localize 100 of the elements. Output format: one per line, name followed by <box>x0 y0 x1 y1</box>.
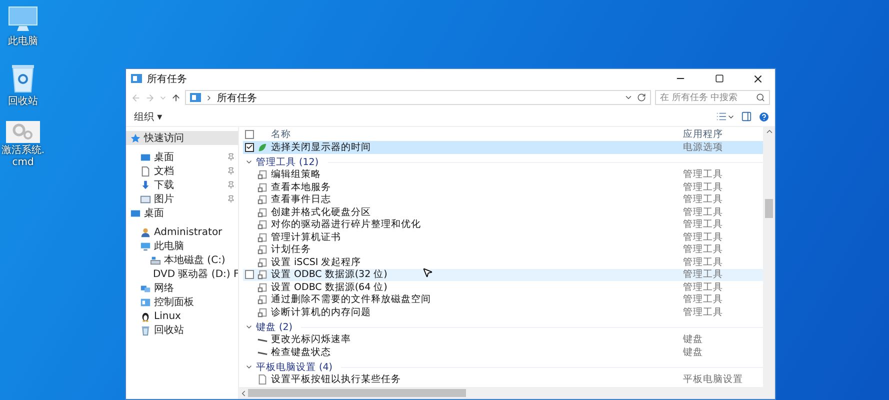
drive-icon <box>150 254 161 266</box>
sidebar-item[interactable]: Linux <box>126 309 238 323</box>
refresh-icon[interactable] <box>637 93 646 102</box>
desktop-icon-label[interactable]: 回收站 <box>1 96 45 107</box>
scroll-thumb[interactable] <box>248 389 466 397</box>
star-icon <box>130 132 141 144</box>
sidebar-item[interactable]: 本地磁盘 (C:) <box>126 253 238 267</box>
document-icon <box>140 166 151 176</box>
sidebar-item[interactable]: 文档 <box>126 164 238 178</box>
column-header[interactable]: 应用程序 <box>683 128 763 140</box>
gears-icon <box>6 121 40 143</box>
app-name: 管理工具 <box>683 306 724 319</box>
sidebar-item[interactable]: 桌面 <box>126 206 238 220</box>
task-row[interactable]: 计划任务 管理工具 <box>243 244 763 256</box>
desktop-icon-label[interactable]: 此电脑 <box>1 36 45 48</box>
back-arrow-icon <box>131 92 141 102</box>
list-view-icon <box>716 111 727 122</box>
task-row[interactable]: 设置 ODBC 数据源(64 位) 管理工具 <box>243 281 763 294</box>
shortcut-icon <box>257 219 268 230</box>
sidebar-item[interactable]: 回收站 <box>126 323 238 337</box>
group-header[interactable]: 平板电脑设置 (4) <box>243 360 763 374</box>
shortcut-icon <box>257 269 268 280</box>
checkbox[interactable] <box>245 142 254 152</box>
up-button[interactable] <box>171 92 181 102</box>
checkbox[interactable] <box>245 270 254 280</box>
penguin-icon <box>140 310 151 322</box>
help-button[interactable] <box>758 110 770 122</box>
scroll-up-icon[interactable] <box>764 127 774 136</box>
task-row[interactable]: 设置 ODBC 数据源(32 位) 管理工具 <box>243 268 763 281</box>
app-name: 管理工具 <box>683 180 724 194</box>
sidebar-item[interactable]: 图片 <box>126 192 238 206</box>
task-row[interactable]: 诊断计算机的内存问题 管理工具 <box>243 306 763 318</box>
app-name: 管理工具 <box>683 243 724 256</box>
sidebar-item[interactable]: Administrator <box>126 225 238 239</box>
column-header[interactable]: 名称 <box>271 128 683 140</box>
app-name: 管理工具 <box>683 293 724 306</box>
pin-icon <box>227 153 235 161</box>
shortcut-icon <box>257 206 268 218</box>
shortcut-icon <box>257 306 268 318</box>
task-row[interactable]: 对你的驱动器进行碎片整理和优化 管理工具 <box>243 218 763 231</box>
sidebar-item[interactable]: 下载 <box>126 178 238 192</box>
task-name: 查看事件日志 <box>271 193 331 206</box>
app-name: 管理工具 <box>683 168 724 182</box>
computer-icon <box>140 240 151 252</box>
computer-icon <box>6 4 40 34</box>
horizontal-scrollbar[interactable] <box>239 387 775 399</box>
task-name: 选择关闭显示器的时间 <box>271 140 371 154</box>
organize-button[interactable]: 组织 ▾ <box>134 110 162 124</box>
sidebar-item[interactable]: 快速访问 <box>126 131 238 145</box>
task-row[interactable]: 检查键盘状态 键盘 <box>243 346 763 358</box>
task-row[interactable]: 创建并格式化硬盘分区 管理工具 <box>243 206 763 218</box>
select-all-checkbox[interactable] <box>245 130 254 138</box>
task-row[interactable]: 更改光标闪烁速率 键盘 <box>243 334 763 346</box>
folder-icon <box>131 74 142 83</box>
scroll-left-icon[interactable] <box>239 388 248 398</box>
shortcut-icon <box>257 182 268 193</box>
vertical-scrollbar[interactable] <box>763 127 775 387</box>
task-name: 计划任务 <box>271 243 311 256</box>
sidebar-item[interactable]: 此电脑 <box>126 239 238 253</box>
task-name: 管理计算机证书 <box>271 230 341 244</box>
forward-arrow-icon <box>145 92 155 102</box>
history-dropdown-icon[interactable] <box>624 93 633 102</box>
recycle-bin-icon <box>140 324 151 336</box>
shortcut-icon <box>257 194 268 206</box>
task-name: 查看本地服务 <box>271 180 331 194</box>
task-name: 诊断计算机的内存问题 <box>271 306 371 319</box>
sidebar-item[interactable]: 桌面 <box>126 150 238 164</box>
task-row[interactable]: 编辑组策略 管理工具 <box>243 168 763 181</box>
control-panel-icon <box>140 296 151 308</box>
sidebar-item[interactable]: 网络 <box>126 281 238 295</box>
pin-icon <box>227 181 235 189</box>
shortcut-icon <box>257 169 268 180</box>
task-row[interactable]: 设置 iSCSI 发起程序 管理工具 <box>243 256 763 268</box>
address-bar[interactable]: 所有任务 <box>185 90 651 105</box>
shortcut-icon <box>257 294 268 306</box>
desktop-folder-icon <box>140 152 151 162</box>
group-header[interactable]: 键盘 (2) <box>243 320 763 334</box>
task-row[interactable]: 选择关闭显示器的时间 电源选项 <box>243 141 763 154</box>
sidebar-item[interactable]: 控制面板 <box>126 295 238 309</box>
forward-button[interactable] <box>145 92 155 102</box>
app-name: 管理工具 <box>683 206 724 219</box>
check-icon <box>246 143 253 152</box>
address-path: 所有任务 <box>217 92 258 104</box>
task-name: 编辑组策略 <box>271 168 321 182</box>
view-options-button[interactable] <box>716 111 735 122</box>
task-row[interactable]: 通过删除不需要的文件释放磁盘空间 管理工具 <box>243 294 763 306</box>
desktop-icon-label[interactable]: 激活系统.cmd <box>1 145 45 168</box>
app-name: 键盘 <box>683 346 704 359</box>
pin-icon <box>227 195 235 203</box>
download-arrow-icon <box>140 180 151 190</box>
task-row[interactable]: 设置平板按钮以执行某些任务 平板电脑设置 <box>243 374 763 386</box>
task-row[interactable]: 查看事件日志 管理工具 <box>243 194 763 206</box>
preview-pane-button[interactable] <box>741 111 752 122</box>
preview-pane-icon <box>741 111 752 122</box>
app-name: 键盘 <box>683 333 704 346</box>
scroll-thumb[interactable] <box>765 199 773 218</box>
group-header[interactable]: 管理工具 (12) <box>243 156 763 168</box>
task-row[interactable]: 管理计算机证书 管理工具 <box>243 231 763 244</box>
back-button[interactable] <box>131 92 141 102</box>
task-row[interactable]: 查看本地服务 管理工具 <box>243 181 763 194</box>
